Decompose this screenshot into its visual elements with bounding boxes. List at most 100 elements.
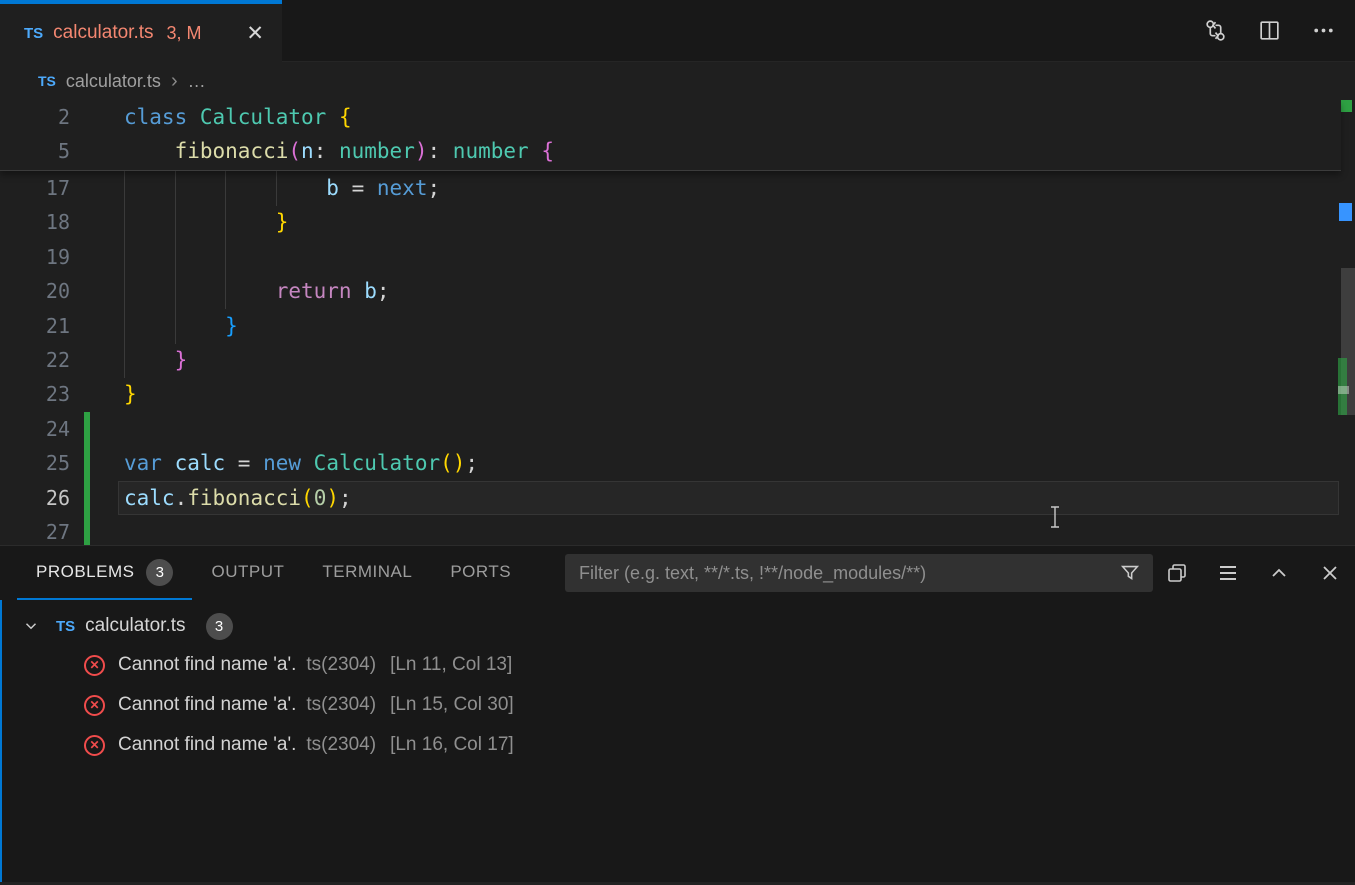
line-number: 24	[0, 412, 70, 446]
problems-file-name: calculator.ts	[85, 615, 185, 637]
editor-tab-bar: TS calculator.ts 3, M ✕	[0, 0, 1355, 62]
view-as-table-icon[interactable]	[1164, 560, 1190, 586]
more-actions-icon[interactable]	[1309, 17, 1337, 45]
problems-list: ✕ Cannot find name 'a'. ts(2304) [Ln 11, Co…	[2, 645, 1355, 765]
panel-tab-terminal[interactable]: TERMINAL	[303, 546, 431, 600]
line-number: 2	[0, 100, 70, 134]
tab-calculator-ts[interactable]: TS calculator.ts 3, M ✕	[0, 0, 282, 62]
split-editor-icon[interactable]	[1255, 17, 1283, 45]
problems-view: TS calculator.ts 3 ✕ Cannot find name 'a'…	[0, 600, 1355, 885]
overview-info-marker	[1339, 203, 1352, 221]
close-tab-icon[interactable]: ✕	[242, 21, 268, 46]
panel-actions	[1164, 554, 1343, 592]
line-number: 22	[0, 343, 70, 377]
line-number: 20	[0, 274, 70, 308]
problems-filter-input[interactable]	[565, 563, 1107, 584]
panel-tab-output[interactable]: OUTPUT	[192, 546, 303, 600]
indent-guide	[175, 240, 176, 275]
code-line-17[interactable]: 17 b = next;	[0, 171, 1355, 206]
bottom-panel: PROBLEMS3OUTPUTTERMINALPORTS	[0, 545, 1355, 885]
indent-guide	[175, 171, 176, 206]
indent-guide	[124, 205, 125, 240]
error-icon: ✕	[84, 655, 105, 676]
line-number: 18	[0, 205, 70, 239]
vscode-window: TS calculator.ts 3, M ✕	[0, 0, 1355, 885]
line-content: }	[124, 377, 137, 412]
code-line-21[interactable]: 21 }	[0, 309, 1355, 344]
panel-tab-label: TERMINAL	[322, 562, 412, 582]
indent-guide	[225, 274, 226, 309]
breadcrumb: TS calculator.ts › …	[0, 62, 1355, 100]
problem-source: ts(2304)	[306, 734, 376, 756]
indent-guide	[276, 171, 277, 206]
tab-title: calculator.ts	[53, 22, 153, 44]
panel-tab-label: OUTPUT	[211, 562, 284, 582]
overview-current-line-band	[1338, 386, 1349, 394]
line-number: 21	[0, 309, 70, 343]
open-changes-icon[interactable]	[1201, 17, 1229, 45]
code-editor[interactable]: 17 b = next;18 }1920 return b;21 }22 }23…	[0, 100, 1355, 545]
line-number: 5	[0, 134, 70, 168]
problem-location: [Ln 11, Col 13]	[390, 654, 512, 676]
breadcrumb-separator-icon: ›	[171, 70, 178, 93]
problems-file-badge: 3	[206, 613, 233, 640]
problem-location: [Ln 15, Col 30]	[390, 694, 514, 716]
breadcrumb-symbol-more[interactable]: …	[188, 71, 208, 92]
git-added-gutter-bar	[84, 515, 90, 545]
error-icon: ✕	[84, 695, 105, 716]
code-line-24[interactable]: 24	[0, 412, 1355, 447]
indent-guide	[124, 309, 125, 344]
panel-tab-problems[interactable]: PROBLEMS3	[17, 546, 192, 600]
problem-item[interactable]: ✕ Cannot find name 'a'. ts(2304) [Ln 16, Co…	[2, 725, 1355, 765]
problem-location: [Ln 16, Col 17]	[390, 734, 514, 756]
indent-guide	[175, 205, 176, 240]
line-content: var calc = new Calculator();	[124, 446, 478, 481]
code-line-25[interactable]: 25 var calc = new Calculator();	[0, 446, 1355, 481]
panel-tab-label: PORTS	[450, 562, 511, 582]
panel-tab-ports[interactable]: PORTS	[431, 546, 530, 600]
problem-message: Cannot find name 'a'.	[118, 694, 296, 716]
typescript-file-icon: TS	[24, 25, 43, 42]
problem-message: Cannot find name 'a'.	[118, 734, 296, 756]
code-line-22[interactable]: 22 }	[0, 343, 1355, 378]
code-line-18[interactable]: 18 }	[0, 205, 1355, 240]
line-number: 19	[0, 240, 70, 274]
filter-funnel-icon[interactable]	[1107, 562, 1153, 584]
code-line-23[interactable]: 23}	[0, 377, 1355, 412]
line-content: }	[124, 205, 288, 240]
indent-guide	[225, 171, 226, 206]
indent-guide	[124, 343, 125, 378]
code-line-5[interactable]: 5 fibonacci(n: number): number {	[0, 134, 1341, 169]
problem-message: Cannot find name 'a'.	[118, 654, 296, 676]
error-icon: ✕	[84, 735, 105, 756]
line-number: 27	[0, 515, 70, 545]
indent-guide	[124, 171, 125, 206]
code-line-26[interactable]: 26calc.fibonacci(0);	[0, 481, 1355, 516]
code-line-20[interactable]: 20 return b;	[0, 274, 1355, 309]
collapse-all-icon[interactable]	[1215, 560, 1241, 586]
panel-tab-label: PROBLEMS	[36, 562, 134, 582]
panel-tab-bar: PROBLEMS3 OUTPUT TERMINAL PORTS	[0, 546, 1355, 600]
indent-guide	[175, 274, 176, 309]
line-number: 26	[0, 481, 70, 515]
line-content: b = next;	[124, 171, 440, 206]
code-line-2[interactable]: 2class Calculator {	[0, 100, 1341, 135]
tab-bar-actions	[282, 0, 1355, 62]
problem-item[interactable]: ✕Cannot find name 'a'.ts(2304)[Ln 15, Co…	[2, 685, 1355, 725]
line-content: fibonacci(n: number): number {	[124, 134, 554, 169]
line-content: return b;	[124, 274, 390, 309]
line-content: }	[124, 309, 238, 344]
indent-guide	[175, 309, 176, 344]
line-number: 25	[0, 446, 70, 480]
indent-guide	[225, 205, 226, 240]
chevron-down-icon[interactable]	[22, 617, 40, 635]
code-line-19[interactable]: 19	[0, 240, 1355, 275]
breadcrumb-file[interactable]: calculator.ts	[66, 71, 161, 92]
maximize-panel-icon[interactable]	[1266, 560, 1292, 586]
sticky-scroll: 2class Calculator {5 fibonacci(n: number…	[0, 100, 1341, 171]
problems-file-group[interactable]: TS calculator.ts 3	[2, 607, 1355, 645]
code-line-27[interactable]: 27	[0, 515, 1355, 545]
problem-item[interactable]: ✕Cannot find name 'a'.ts(2304)[Ln 11, Co…	[2, 645, 1355, 685]
close-panel-icon[interactable]	[1317, 560, 1343, 586]
line-number: 17	[0, 171, 70, 205]
